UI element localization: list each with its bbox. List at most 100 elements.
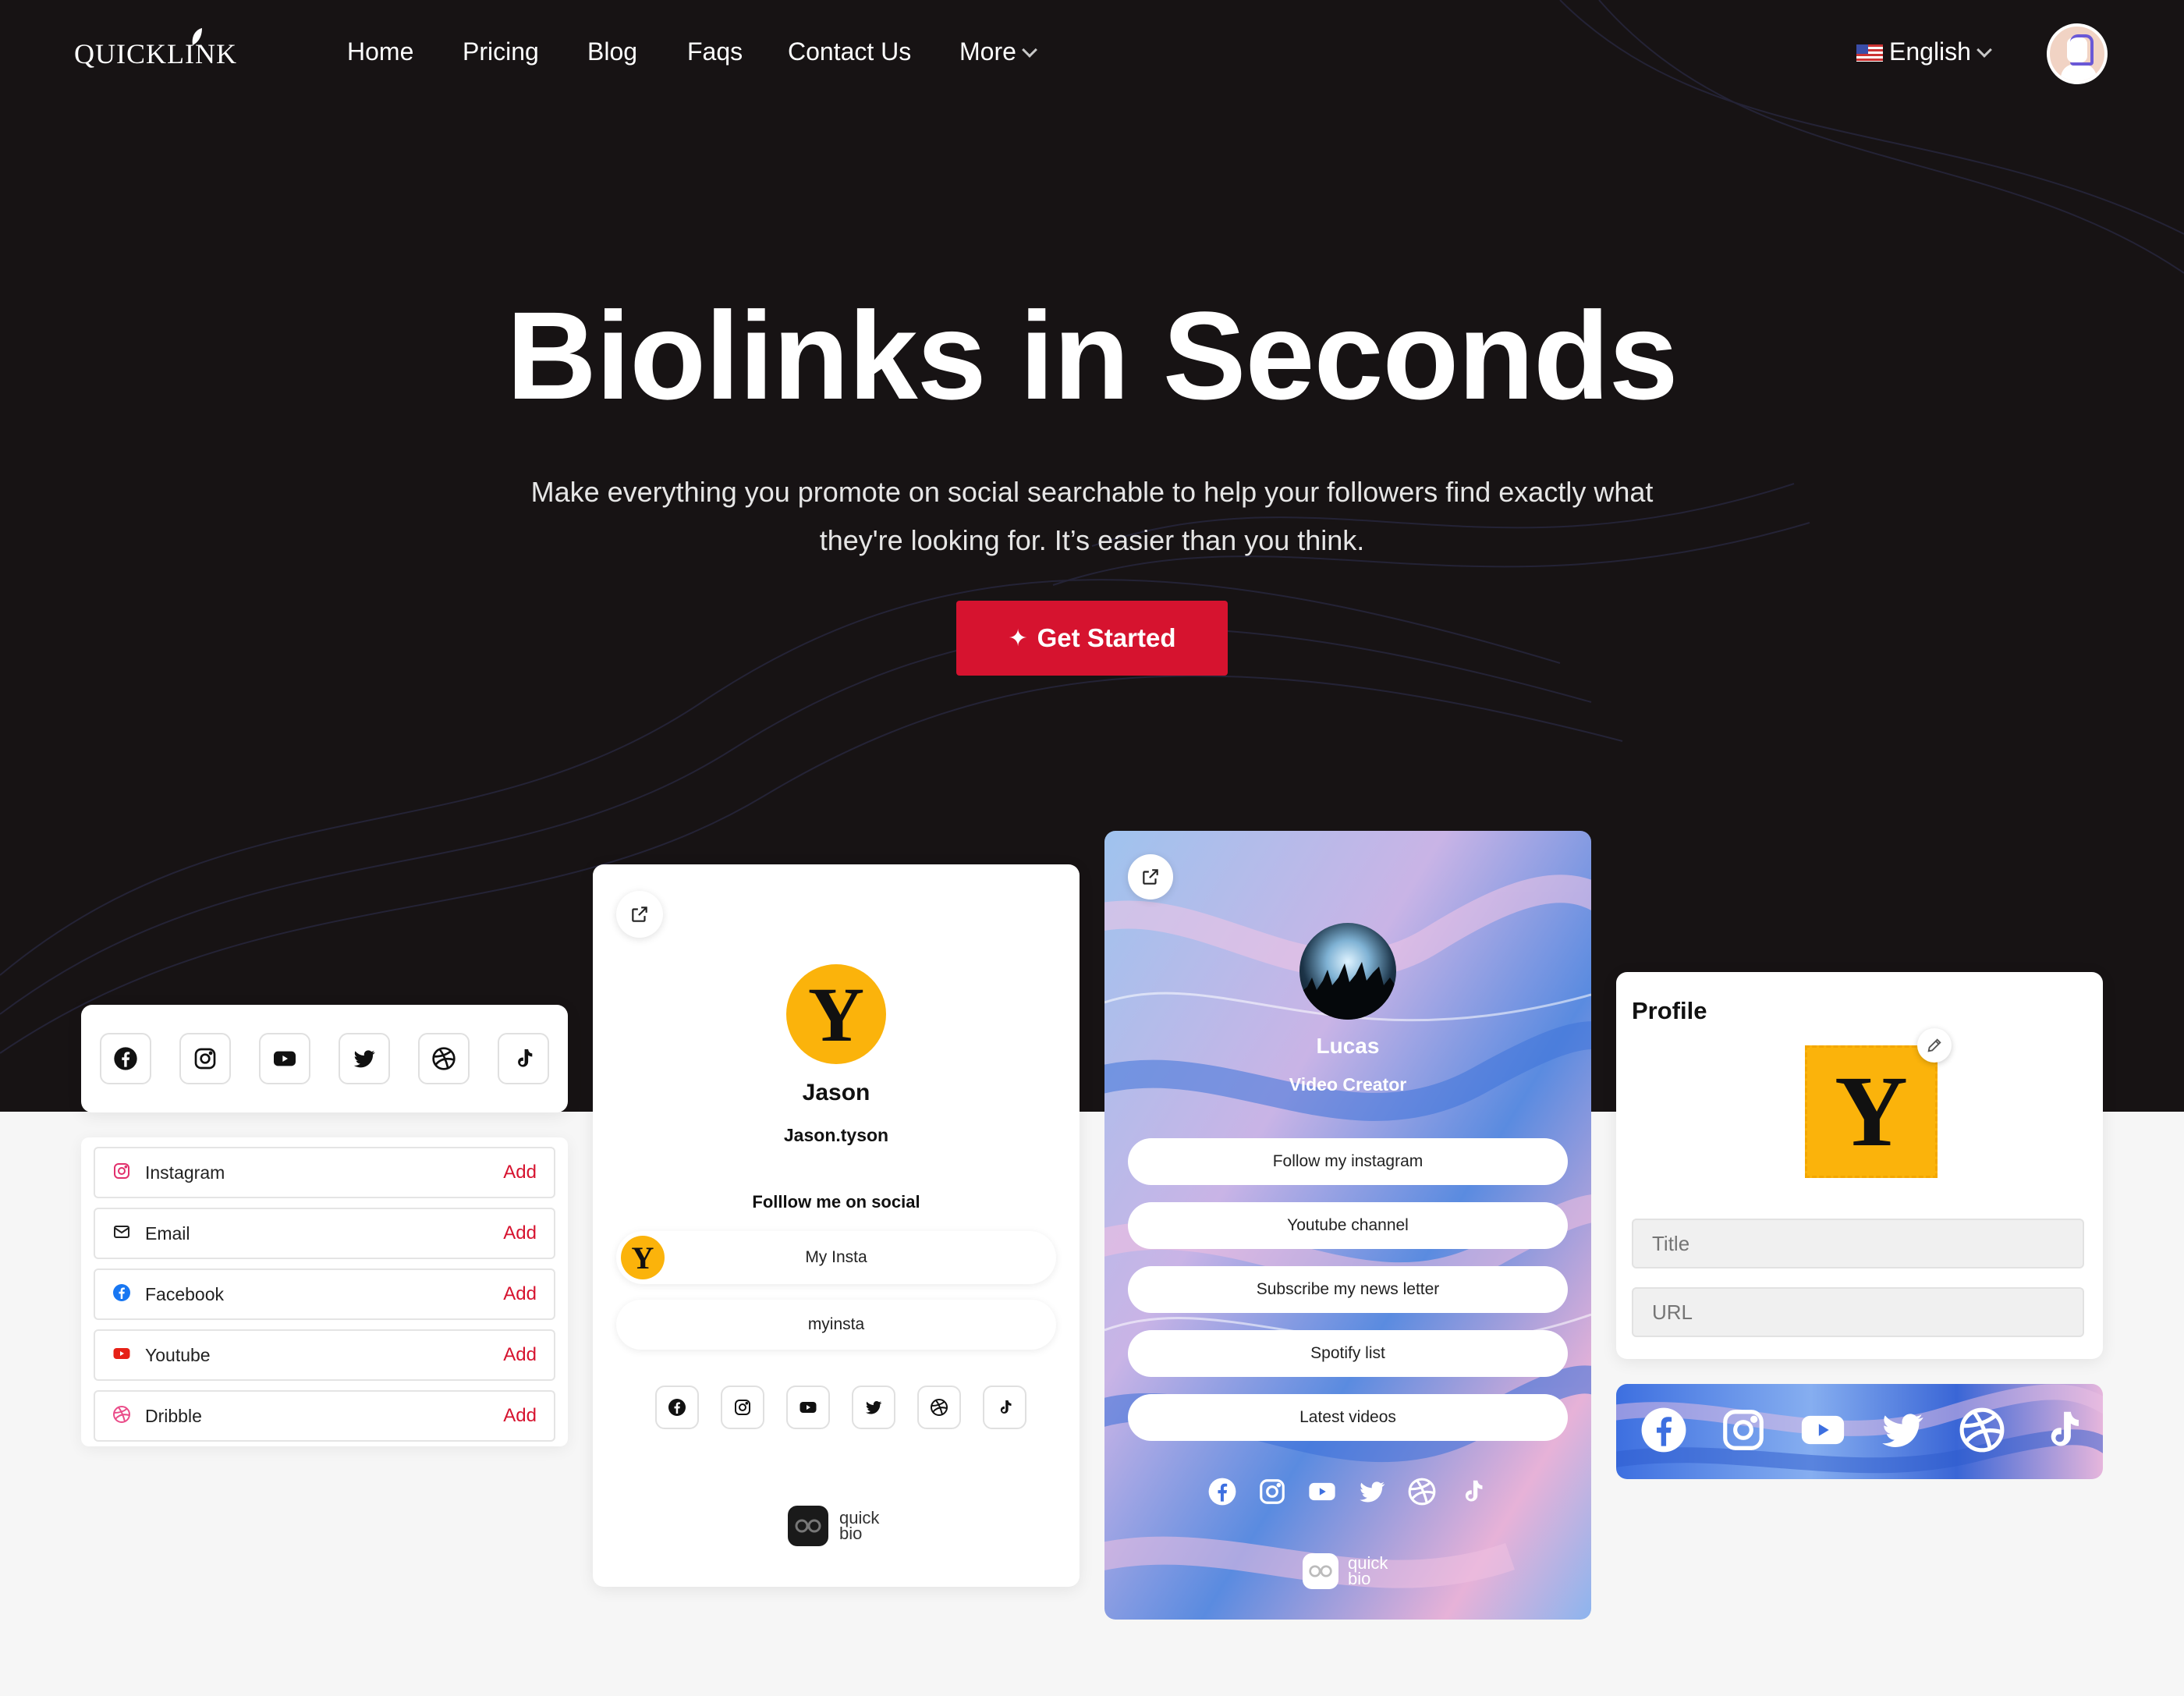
nav-faqs[interactable]: Faqs — [687, 37, 743, 66]
dribbble-icon[interactable] — [1407, 1477, 1437, 1506]
nav-more[interactable]: More — [959, 37, 1037, 66]
chevron-down-icon — [1977, 42, 1992, 58]
hero-subtitle-line-2: they're looking for. It’s easier than yo… — [819, 524, 1365, 556]
lucas-name: Lucas — [1316, 1034, 1380, 1058]
quicklink-logo[interactable]: QUICKLINK — [74, 28, 237, 70]
dribbble-icon[interactable] — [1958, 1406, 2006, 1454]
link-spotify-list[interactable]: Spotify list — [1128, 1330, 1568, 1377]
social-icons-card — [81, 1005, 568, 1112]
get-started-button[interactable]: ✦ Get Started — [956, 601, 1228, 676]
url-input[interactable] — [1632, 1287, 2084, 1337]
twitter-icon[interactable] — [1357, 1477, 1387, 1506]
logo-text: QUICKLINK — [74, 38, 237, 69]
language-selector[interactable]: English — [1856, 37, 1992, 66]
nav-blog[interactable]: Blog — [587, 37, 637, 66]
profile-heading: Profile — [1632, 997, 1707, 1024]
sparkle-icon: ✦ — [1008, 625, 1028, 651]
language-label: English — [1889, 37, 1971, 66]
tiktok-icon[interactable] — [983, 1386, 1026, 1429]
add-button[interactable]: Add — [503, 1222, 537, 1244]
jason-social-icons — [655, 1386, 1026, 1429]
facebook-icon[interactable] — [1207, 1477, 1237, 1506]
external-link-icon[interactable] — [1128, 854, 1173, 899]
hero-subtitle: Make everything you promote on social se… — [468, 468, 1716, 565]
facebook-icon[interactable] — [655, 1386, 699, 1429]
user-avatar[interactable] — [2047, 23, 2108, 84]
link-my-insta[interactable]: Y My Insta — [616, 1231, 1056, 1284]
link-latest-videos[interactable]: Latest videos — [1128, 1394, 1568, 1441]
youtube-icon — [112, 1344, 131, 1367]
dribbble-icon — [112, 1405, 131, 1428]
youtube-icon[interactable] — [786, 1386, 830, 1429]
quickbio-text: quick bio — [839, 1510, 879, 1542]
list-item-label: Youtube — [145, 1344, 211, 1365]
list-item: Instagram Add — [94, 1147, 555, 1198]
nav-contact-us[interactable]: Contact Us — [788, 37, 911, 66]
link-newsletter[interactable]: Subscribe my news letter — [1128, 1266, 1568, 1313]
external-link-icon[interactable] — [616, 891, 663, 938]
youtube-icon[interactable] — [1307, 1477, 1337, 1506]
twitter-icon[interactable] — [339, 1033, 390, 1084]
youtube-icon[interactable] — [1799, 1406, 1847, 1454]
instagram-icon[interactable] — [1257, 1477, 1287, 1506]
lucas-role: Video Creator — [1289, 1074, 1407, 1095]
link-follow-instagram[interactable]: Follow my instagram — [1128, 1138, 1568, 1185]
youtube-icon[interactable] — [259, 1033, 310, 1084]
quickbio-logo-icon — [1303, 1553, 1338, 1589]
list-item: Youtube Add — [94, 1329, 555, 1381]
twitter-icon[interactable] — [852, 1386, 895, 1429]
tiktok-icon[interactable] — [1457, 1477, 1487, 1506]
jason-name: Jason — [802, 1080, 870, 1105]
profile-image[interactable]: Y — [1805, 1045, 1938, 1178]
band-social-icons — [1640, 1406, 2086, 1454]
profile-card-jason: Y Jason Jason.tyson Folllow me on social… — [593, 864, 1080, 1587]
instagram-icon[interactable] — [1719, 1406, 1767, 1454]
list-item: Email Add — [94, 1208, 555, 1259]
quickbio-brand[interactable]: quick bio — [788, 1506, 879, 1546]
my-insta-avatar: Y — [621, 1236, 665, 1279]
us-flag-icon — [1856, 44, 1883, 62]
hero-title: Biolinks in Seconds — [506, 286, 1678, 425]
get-started-label: Get Started — [1037, 623, 1176, 652]
hero-section: QUICKLINK Home Pricing Blog Faqs Contact… — [0, 0, 2184, 1112]
add-button[interactable]: Add — [503, 1283, 537, 1305]
link-youtube-channel[interactable]: Youtube channel — [1128, 1202, 1568, 1249]
quickbio-brand-light[interactable]: quick bio — [1303, 1553, 1388, 1589]
chevron-down-icon — [1022, 42, 1037, 58]
link-myinsta[interactable]: myinsta — [616, 1300, 1056, 1350]
list-item-label: Facebook — [145, 1283, 225, 1304]
twitter-icon[interactable] — [1878, 1406, 1927, 1454]
leaf-icon — [192, 28, 202, 45]
jason-avatar-letter: Y — [807, 970, 865, 1058]
lucas-social-icons — [1207, 1477, 1487, 1506]
jason-avatar: Y — [786, 964, 886, 1064]
edit-pencil-icon[interactable] — [1917, 1028, 1952, 1063]
quickbio-text: quick bio — [1348, 1555, 1388, 1588]
list-item-label: Email — [145, 1222, 190, 1244]
facebook-icon[interactable] — [100, 1033, 151, 1084]
add-button[interactable]: Add — [503, 1162, 537, 1183]
profile-image-letter: Y — [1835, 1056, 1908, 1168]
quickbio-logo-icon — [788, 1506, 828, 1546]
dribbble-icon[interactable] — [418, 1033, 470, 1084]
nav-home[interactable]: Home — [347, 37, 413, 66]
instagram-icon[interactable] — [179, 1033, 231, 1084]
lucas-avatar — [1299, 923, 1396, 1020]
list-item: Dribble Add — [94, 1390, 555, 1442]
follow-text: Folllow me on social — [752, 1192, 920, 1212]
profile-editor-card: Profile Y — [1616, 972, 2103, 1359]
jason-handle: Jason.tyson — [783, 1125, 889, 1145]
dribbble-icon[interactable] — [917, 1386, 961, 1429]
instagram-icon[interactable] — [721, 1386, 764, 1429]
tiktok-icon[interactable] — [498, 1033, 549, 1084]
add-button[interactable]: Add — [503, 1344, 537, 1366]
title-input[interactable] — [1632, 1219, 2084, 1268]
email-icon — [112, 1222, 131, 1245]
facebook-icon[interactable] — [1640, 1406, 1688, 1454]
tiktok-icon[interactable] — [2037, 1406, 2086, 1454]
social-icons-band — [1616, 1384, 2103, 1479]
social-icon-row — [100, 1033, 549, 1084]
nav-pricing[interactable]: Pricing — [463, 37, 539, 66]
add-button[interactable]: Add — [503, 1405, 537, 1427]
avatar-hair — [2070, 34, 2094, 66]
